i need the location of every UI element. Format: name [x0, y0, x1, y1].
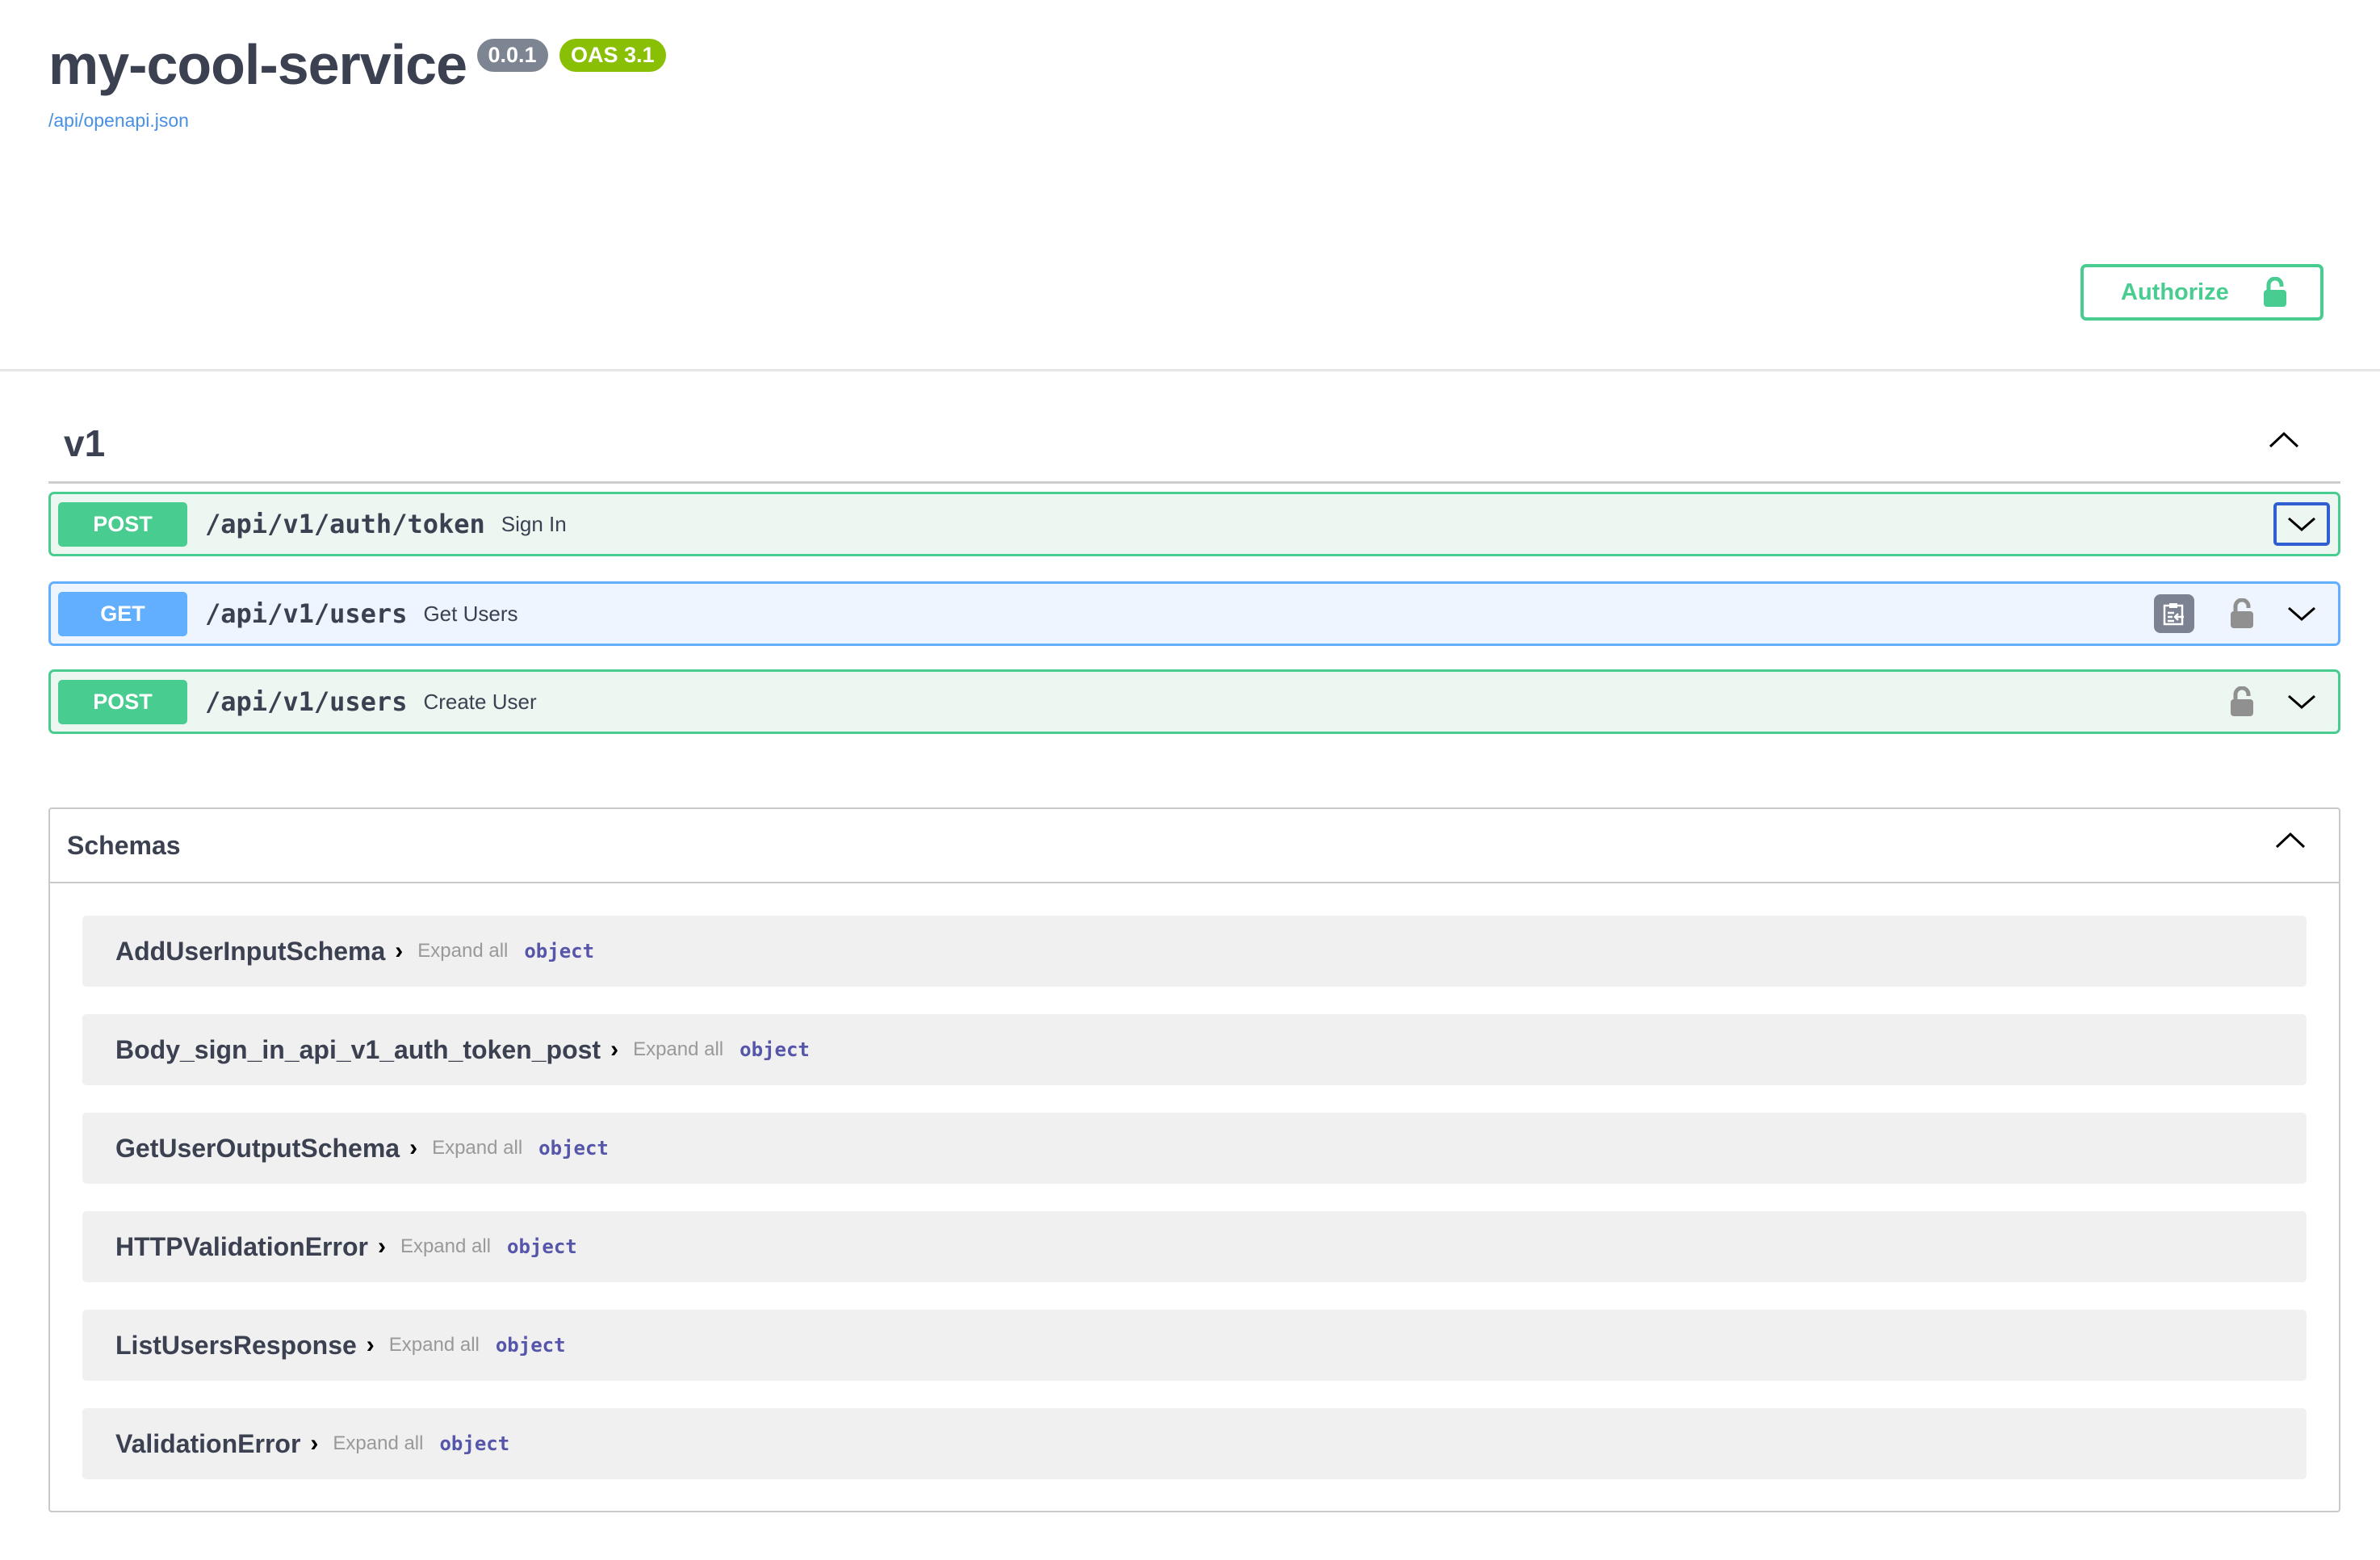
schema-name[interactable]: AddUserInputSchema	[115, 937, 385, 967]
tag-section-v1[interactable]: v1	[48, 412, 2340, 484]
clipboard-icon	[2163, 603, 2184, 626]
expand-operation-button[interactable]	[2273, 680, 2330, 723]
operation-summary: Create User	[423, 689, 537, 714]
schema-name[interactable]: Body_sign_in_api_v1_auth_token_post	[115, 1035, 601, 1065]
chevron-right-icon[interactable]: ›	[367, 1331, 375, 1359]
schema-type: object	[524, 940, 595, 962]
expand-all-button[interactable]: Expand all	[333, 1432, 423, 1455]
chevron-up-icon[interactable]	[2268, 430, 2300, 449]
expand-all-button[interactable]: Expand all	[633, 1038, 723, 1061]
expand-all-button[interactable]: Expand all	[389, 1334, 480, 1357]
schemas-title: Schemas	[67, 830, 181, 860]
schema-name[interactable]: GetUserOutputSchema	[115, 1134, 400, 1164]
openapi-json-link[interactable]: /api/openapi.json	[48, 110, 189, 132]
schema-name[interactable]: ValidationError	[115, 1429, 300, 1459]
schema-name[interactable]: HTTPValidationError	[115, 1232, 368, 1262]
method-badge: GET	[58, 591, 187, 636]
authorize-label: Authorize	[2121, 279, 2229, 305]
chevron-right-icon[interactable]: ›	[610, 1036, 618, 1063]
copy-to-clipboard-button[interactable]	[2154, 594, 2194, 633]
authorize-button[interactable]: Authorize	[2080, 264, 2323, 321]
schema-item[interactable]: Body_sign_in_api_v1_auth_token_post › Expa…	[82, 1014, 2307, 1085]
schema-item[interactable]: ValidationError › Expand all object	[82, 1408, 2307, 1479]
operation-post-users[interactable]: POST /api/v1/users Create User	[48, 669, 2340, 734]
chevron-up-icon[interactable]	[2274, 830, 2307, 849]
expand-operation-button[interactable]	[2273, 592, 2330, 635]
operation-post-auth-token[interactable]: POST /api/v1/auth/token Sign In	[48, 492, 2340, 556]
schema-list: AddUserInputSchema › Expand all object Body…	[50, 883, 2339, 1479]
method-badge: POST	[58, 679, 187, 724]
unlock-icon	[2263, 277, 2286, 307]
schema-type: object	[439, 1432, 510, 1455]
operation-summary: Get Users	[423, 601, 518, 626]
operation-summary: Sign In	[501, 511, 567, 536]
lock-icon[interactable]	[2230, 598, 2254, 629]
operation-path: /api/v1/auth/token	[205, 509, 485, 539]
operation-get-users[interactable]: GET /api/v1/users Get Users	[48, 581, 2340, 646]
chevron-down-icon	[2288, 517, 2315, 531]
header-divider	[0, 369, 2380, 371]
schema-item[interactable]: HTTPValidationError › Expand all object	[82, 1211, 2307, 1282]
schema-type: object	[740, 1038, 810, 1061]
tag-name: v1	[64, 422, 106, 464]
page-title: my-cool-service	[48, 33, 467, 96]
expand-all-button[interactable]: Expand all	[400, 1235, 491, 1258]
expand-operation-button[interactable]	[2273, 502, 2330, 546]
method-badge: POST	[58, 501, 187, 547]
schema-type: object	[507, 1235, 577, 1258]
schema-item[interactable]: AddUserInputSchema › Expand all object	[82, 916, 2307, 987]
lock-icon[interactable]	[2230, 686, 2254, 717]
version-badge: 0.0.1	[476, 39, 548, 72]
oas-badge: OAS 3.1	[559, 39, 666, 72]
schema-item[interactable]: GetUserOutputSchema › Expand all object	[82, 1113, 2307, 1184]
schemas-section: Schemas AddUserInputSchema › Expand all obj…	[48, 807, 2340, 1512]
operation-path: /api/v1/users	[205, 686, 408, 717]
chevron-right-icon[interactable]: ›	[310, 1430, 318, 1457]
chevron-right-icon[interactable]: ›	[409, 1134, 417, 1162]
chevron-right-icon[interactable]: ›	[395, 937, 403, 965]
chevron-right-icon[interactable]: ›	[378, 1233, 386, 1260]
chevron-down-icon	[2288, 606, 2315, 621]
schema-name[interactable]: ListUsersResponse	[115, 1331, 357, 1361]
info-header: my-cool-service 0.0.1 OAS 3.1	[48, 32, 666, 97]
chevron-down-icon	[2288, 694, 2315, 709]
operation-path: /api/v1/users	[205, 598, 408, 629]
expand-all-button[interactable]: Expand all	[432, 1137, 522, 1160]
schema-type: object	[495, 1334, 566, 1357]
schema-type: object	[538, 1137, 609, 1160]
schemas-header[interactable]: Schemas	[50, 809, 2339, 883]
expand-all-button[interactable]: Expand all	[417, 940, 508, 962]
schema-item[interactable]: ListUsersResponse › Expand all object	[82, 1310, 2307, 1381]
